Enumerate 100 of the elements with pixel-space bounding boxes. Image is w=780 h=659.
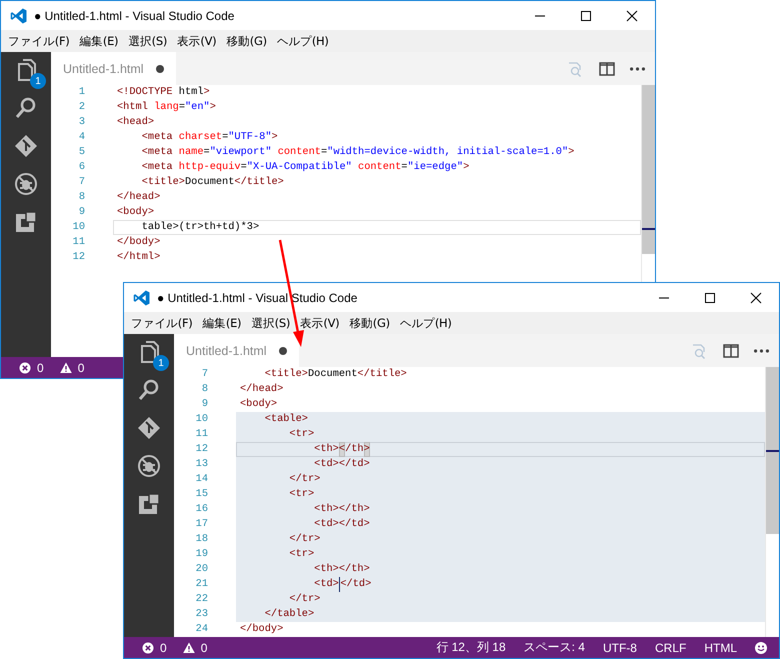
- extensions-button[interactable]: [137, 492, 161, 516]
- extensions-button[interactable]: [14, 210, 38, 234]
- search-icon: [14, 96, 38, 120]
- menu-item[interactable]: 表示(V): [172, 34, 222, 48]
- line-number: 15: [194, 487, 208, 502]
- cursor-position-marker: [766, 450, 779, 452]
- close-icon: [750, 292, 762, 304]
- line-number: 1: [78, 85, 85, 100]
- window-title: ● Untitled-1.html - Visual Studio Code: [34, 8, 236, 22]
- error-count[interactable]: 0: [37, 360, 44, 374]
- code-line: <meta name="viewport" content="width=device-width, initial-scale=1.0">: [140, 145, 576, 160]
- status-item[interactable]: スペース: 4: [524, 639, 585, 656]
- line-number: 12: [194, 442, 208, 457]
- code-line: <meta charset="UTF-8">: [140, 130, 279, 145]
- debug-button[interactable]: [137, 454, 161, 478]
- split-icon: [598, 60, 616, 76]
- status-item[interactable]: 行 12、列 18: [436, 639, 506, 656]
- error-icon: [19, 362, 31, 374]
- scrollbar-thumb[interactable]: [766, 367, 779, 534]
- code-line: <title>Document</title>: [140, 175, 285, 190]
- code-line: </html>: [116, 250, 162, 265]
- code-line: </body>: [116, 235, 162, 250]
- menu-item[interactable]: 選択(S): [123, 34, 172, 48]
- status-item[interactable]: CRLF: [654, 640, 686, 654]
- menu-item[interactable]: 選択(S): [246, 316, 296, 330]
- code-line: </head>: [239, 382, 284, 397]
- app-logo-icon: [10, 6, 28, 24]
- menu-item[interactable]: 移動(G): [221, 34, 272, 48]
- error-count[interactable]: 0: [160, 640, 167, 654]
- line-number: 21: [194, 577, 208, 592]
- line-number: 22: [194, 592, 208, 607]
- git-icon: [14, 134, 38, 158]
- code-line: <title>Document</title>: [264, 367, 408, 382]
- line-number: 23: [194, 607, 208, 622]
- line-number: 8: [78, 190, 85, 205]
- search-button[interactable]: [137, 378, 161, 402]
- line-number: 9: [78, 205, 85, 220]
- maximize-icon: [580, 10, 592, 22]
- menu-item[interactable]: ファイル(F): [126, 316, 198, 330]
- line-number: 3: [78, 115, 85, 130]
- status-item[interactable]: HTML: [704, 640, 737, 654]
- line-number: 12: [72, 250, 85, 265]
- split-editor-button[interactable]: [722, 342, 740, 358]
- line-number: 2: [78, 100, 85, 115]
- menu-item[interactable]: 編集(E): [74, 34, 124, 48]
- warning-count[interactable]: 0: [200, 640, 208, 654]
- more-actions-button[interactable]: [754, 348, 769, 352]
- code-line: <meta http-equiv="X-UA-Compatible" content="ie=edge">: [140, 160, 470, 175]
- code-line: <body>: [116, 205, 156, 220]
- close-icon: [626, 10, 638, 22]
- more-icon: [630, 66, 645, 70]
- line-number: 16: [194, 502, 208, 517]
- line-number: 10: [72, 220, 85, 235]
- line-number: 11: [194, 427, 208, 442]
- line-number: 14: [194, 472, 208, 487]
- search-button[interactable]: [14, 96, 38, 120]
- line-number: 5: [78, 145, 85, 160]
- line-number: 7: [78, 175, 85, 190]
- code-line: </body>: [239, 622, 284, 637]
- line-number: 7: [200, 367, 208, 382]
- smiley-icon: [755, 642, 767, 654]
- more-actions-button[interactable]: [630, 66, 645, 70]
- menu-item[interactable]: ヘルプ(H): [272, 34, 334, 48]
- warning-icon: [60, 362, 72, 374]
- menu-item[interactable]: 移動(G): [344, 316, 395, 330]
- line-number: 18: [194, 532, 208, 547]
- search-icon: [137, 378, 161, 402]
- debug-button[interactable]: [14, 172, 38, 196]
- bug-icon: [137, 454, 161, 478]
- source-control-button[interactable]: [14, 134, 38, 158]
- feedback-button[interactable]: [755, 642, 767, 654]
- extensions-icon: [137, 492, 161, 516]
- explorer-button[interactable]: 1: [137, 340, 169, 371]
- menu-item[interactable]: 表示(V): [295, 316, 344, 330]
- menu-item[interactable]: 編集(E): [198, 316, 246, 330]
- git-icon: [137, 416, 161, 440]
- line-number: 4: [78, 130, 85, 145]
- line-number: 13: [194, 457, 208, 472]
- explorer-button[interactable]: 1: [14, 58, 46, 89]
- line-number: 24: [194, 622, 208, 637]
- code-line: <body>: [239, 397, 278, 412]
- split-editor-button[interactable]: [598, 60, 616, 76]
- notification-badge: 1: [30, 73, 46, 89]
- extensions-icon: [14, 210, 38, 234]
- line-number: 11: [72, 235, 85, 250]
- code-line: table>(tr>th+td)*3>: [113, 220, 641, 235]
- warning-count[interactable]: 0: [78, 360, 84, 374]
- line-number: 17: [194, 517, 208, 532]
- source-control-button[interactable]: [137, 416, 161, 440]
- line-number: 9: [200, 397, 208, 412]
- line-number: 19: [194, 547, 208, 562]
- line-number: 20: [194, 562, 208, 577]
- code-line: </head>: [116, 190, 162, 205]
- scrollbar-thumb[interactable]: [642, 85, 655, 254]
- app-logo-icon: [133, 288, 151, 306]
- menu-item[interactable]: ヘルプ(H): [394, 316, 457, 330]
- bug-icon: [14, 172, 38, 196]
- cursor-position-marker: [642, 228, 655, 230]
- status-item[interactable]: UTF-8: [602, 640, 637, 654]
- menu-item[interactable]: ファイル(F): [3, 34, 74, 48]
